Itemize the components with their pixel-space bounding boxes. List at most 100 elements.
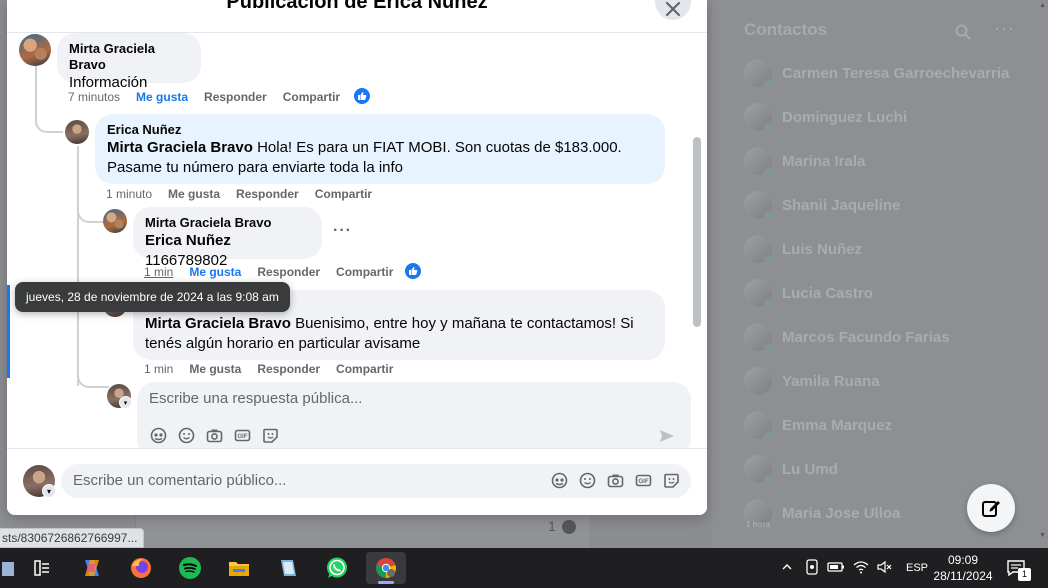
- emoji-icon[interactable]: [178, 427, 195, 444]
- contact-item[interactable]: Dominguez Luchi: [744, 102, 1034, 132]
- avatar: [744, 455, 773, 484]
- comment-bubble: Mirta Graciela Bravo Erica Nuñez 1166789…: [133, 207, 322, 269]
- avatar: [744, 279, 773, 308]
- avatar[interactable]: [65, 120, 89, 144]
- battery-icon[interactable]: [827, 560, 845, 577]
- system-clock[interactable]: 09:09 28/11/2024: [932, 552, 994, 584]
- comment-author[interactable]: Erica Nuñez: [107, 122, 653, 138]
- notepad-icon[interactable]: [268, 552, 308, 584]
- share-button[interactable]: Compartir: [336, 265, 393, 279]
- camera-icon[interactable]: [607, 472, 624, 489]
- comment-text: Mirta Graciela Bravo Buenisimo, entre ho…: [145, 314, 653, 354]
- avatar: [744, 367, 772, 395]
- spotify-icon[interactable]: [170, 552, 210, 584]
- like-reaction-icon[interactable]: [353, 87, 371, 105]
- like-reaction-icon[interactable]: [404, 262, 422, 280]
- sticker-icon[interactable]: [262, 427, 279, 444]
- last-active-badge: 1 hora: [746, 520, 771, 529]
- comment-author[interactable]: Mirta Graciela Bravo: [69, 41, 189, 73]
- mention-link[interactable]: Mirta Graciela Bravo: [145, 315, 291, 332]
- online-status-dot: [764, 255, 773, 264]
- start-icon[interactable]: [0, 552, 18, 584]
- camera-icon[interactable]: [206, 427, 223, 444]
- reply-toolbar: GIF: [150, 427, 290, 444]
- sticker-icon[interactable]: [663, 472, 680, 489]
- meet-now-icon[interactable]: [805, 558, 819, 578]
- comment-author[interactable]: Mirta Graciela Bravo: [145, 215, 310, 231]
- comment-time[interactable]: 1 min: [144, 265, 173, 279]
- firefox-icon[interactable]: [121, 552, 161, 584]
- volume-muted-icon[interactable]: [877, 560, 893, 577]
- reply-button[interactable]: Responder: [204, 90, 267, 104]
- contact-name: Shanii Jaqueline: [782, 196, 901, 214]
- comment-time[interactable]: 1 min: [144, 362, 173, 376]
- search-icon[interactable]: [955, 24, 971, 40]
- whatsapp-icon[interactable]: [317, 552, 357, 584]
- share-button[interactable]: Compartir: [315, 187, 372, 201]
- avatar-sticker-icon[interactable]: [150, 427, 167, 444]
- contact-item[interactable]: Emma Marquez: [744, 410, 1034, 440]
- share-button[interactable]: Compartir: [283, 90, 340, 104]
- contact-item[interactable]: Shanii Jaqueline: [744, 190, 1034, 220]
- online-status-dot: [764, 475, 773, 484]
- language-indicator[interactable]: ESP: [906, 562, 928, 574]
- contact-name: Marina Irala: [782, 152, 866, 170]
- avatar: 1 hora: [744, 499, 772, 529]
- contacts-scrollbar[interactable]: ▲ ▼: [1039, 0, 1046, 548]
- svg-text:GIF: GIF: [238, 434, 248, 440]
- new-message-button[interactable]: [967, 484, 1015, 532]
- task-view-icon[interactable]: [22, 552, 62, 584]
- contact-item[interactable]: Carmen Teresa Garroechevarria: [744, 58, 1034, 88]
- chevron-down-icon[interactable]: ▾: [42, 484, 56, 498]
- contact-item[interactable]: Lucia Castro: [744, 278, 1034, 308]
- contact-name: Marcos Facundo Farias: [782, 328, 950, 346]
- mention-link[interactable]: Erica Nuñez: [145, 232, 231, 249]
- share-button[interactable]: Compartir: [336, 362, 393, 376]
- more-options-icon[interactable]: ···: [994, 18, 1015, 39]
- contacts-sidebar: Contactos ··· Carmen Teresa Garroechevar…: [712, 0, 1048, 548]
- chevron-down-icon[interactable]: ▾: [119, 396, 132, 409]
- gif-icon[interactable]: GIF: [635, 472, 652, 489]
- send-button[interactable]: [659, 428, 675, 449]
- more-options-icon[interactable]: ···: [333, 222, 352, 240]
- comment-time[interactable]: 1 minuto: [106, 187, 152, 201]
- avatar-sticker-icon[interactable]: [551, 472, 568, 489]
- avatar[interactable]: [19, 34, 51, 66]
- avatar[interactable]: [103, 209, 127, 233]
- like-button[interactable]: Me gusta: [168, 187, 220, 201]
- reply-button[interactable]: Responder: [257, 362, 320, 376]
- comment-count: 1: [548, 518, 556, 534]
- reply-button[interactable]: Responder: [257, 265, 320, 279]
- contact-name: Lucia Castro: [782, 284, 873, 302]
- thread-connector: [77, 193, 103, 223]
- like-button[interactable]: Me gusta: [189, 265, 241, 279]
- copilot-icon[interactable]: [72, 552, 112, 584]
- scroll-up-icon[interactable]: ▲: [1039, 2, 1046, 9]
- contact-item[interactable]: Lu Umd: [744, 454, 1034, 484]
- like-button[interactable]: Me gusta: [189, 362, 241, 376]
- reply-button[interactable]: Responder: [236, 187, 299, 201]
- contact-item[interactable]: Marina Irala: [744, 146, 1034, 176]
- contact-item[interactable]: Marcos Facundo Farias: [744, 322, 1034, 352]
- scrollbar-thumb[interactable]: [693, 137, 701, 327]
- contact-name: Lu Umd: [782, 460, 838, 478]
- comment-time[interactable]: 7 minutos: [68, 90, 120, 104]
- contact-name: Maria Jose Ulloa: [782, 504, 901, 522]
- gif-icon[interactable]: GIF: [234, 427, 251, 444]
- post-modal: Publicación de Erica Nuñez Mirta Graciel…: [7, 0, 707, 515]
- reply-input[interactable]: [149, 390, 669, 407]
- avatar: [744, 191, 773, 220]
- comment-text-line: Hola! Es para un FIAT MOBI. Son cuotas d…: [252, 139, 622, 156]
- mention-link[interactable]: Mirta Graciela Bravo: [107, 139, 253, 156]
- contact-item[interactable]: Yamila Ruana: [744, 366, 1034, 396]
- chevron-up-icon[interactable]: [779, 561, 795, 576]
- chrome-icon[interactable]: [366, 552, 406, 584]
- like-button[interactable]: Me gusta: [136, 90, 188, 104]
- close-button[interactable]: [655, 0, 691, 20]
- wifi-icon[interactable]: [853, 560, 869, 577]
- emoji-icon[interactable]: [579, 472, 596, 489]
- scroll-down-icon[interactable]: ▼: [1039, 532, 1046, 539]
- file-explorer-icon[interactable]: [219, 552, 259, 584]
- contact-item[interactable]: Luis Nuñez: [744, 234, 1034, 264]
- comment-input[interactable]: [73, 472, 543, 489]
